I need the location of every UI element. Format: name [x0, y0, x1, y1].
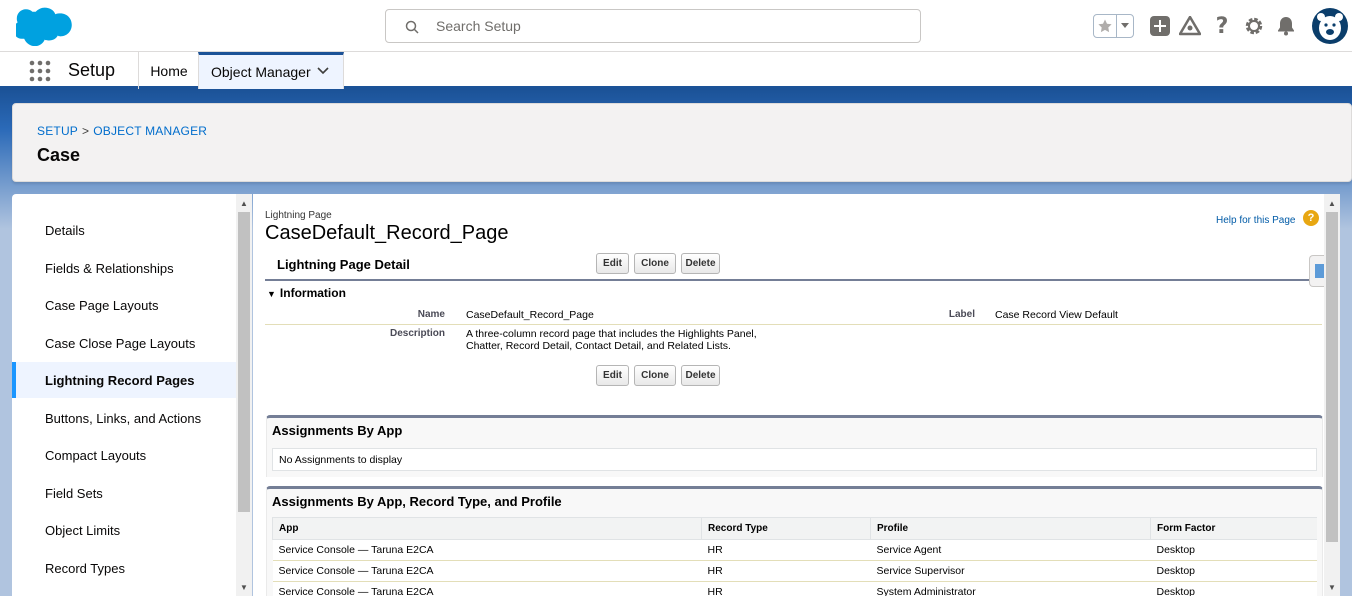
scroll-down-icon[interactable]: ▼: [236, 580, 252, 594]
cell-profile: Service Supervisor: [870, 560, 1151, 582]
breadcrumb-setup[interactable]: SETUP: [37, 124, 78, 138]
cell-form-factor: Desktop: [1150, 539, 1317, 561]
cell-app: Service Console — Taruna E2CA: [272, 539, 702, 561]
table-header-row: App Record Type Profile Form Factor: [272, 517, 1317, 540]
information-section-toggle[interactable]: ▼ Information: [267, 286, 346, 300]
name-label: Name: [417, 309, 445, 320]
left-nav-item-buttons-links-actions[interactable]: Buttons, Links, and Actions: [12, 400, 236, 436]
table-row: Service Console — Taruna E2CA HR System …: [272, 581, 1317, 596]
left-nav-item-compact-layouts[interactable]: Compact Layouts: [12, 437, 236, 473]
global-header: ?: [0, 0, 1352, 52]
bell-icon[interactable]: [1274, 14, 1298, 38]
column-header-record-type[interactable]: Record Type: [701, 517, 871, 540]
chevron-down-icon[interactable]: [1117, 15, 1133, 37]
scroll-up-icon[interactable]: ▲: [236, 196, 252, 210]
main-scrollbar[interactable]: ▲ ▼: [1324, 194, 1340, 596]
description-line-1: A three-column record page that includes…: [466, 328, 757, 340]
assignments-table: App Record Type Profile Form Factor Serv…: [272, 517, 1317, 596]
tab-object-manager-label: Object Manager: [211, 64, 311, 80]
left-nav-item-case-close-page-layouts[interactable]: Case Close Page Layouts: [12, 325, 236, 361]
breadcrumb: SETUP > OBJECT MANAGER: [37, 124, 207, 138]
search-input[interactable]: [436, 10, 906, 42]
star-icon[interactable]: [1094, 15, 1117, 37]
tab-home[interactable]: Home: [138, 52, 199, 89]
left-nav-item-details[interactable]: Details: [12, 212, 236, 248]
app-name: Setup: [68, 60, 116, 80]
scroll-down-icon[interactable]: ▼: [1324, 580, 1340, 594]
delete-button[interactable]: Delete: [681, 253, 720, 274]
clone-button[interactable]: Clone: [634, 253, 676, 274]
column-header-form-factor[interactable]: Form Factor: [1150, 517, 1317, 540]
tab-object-manager[interactable]: Object Manager: [198, 52, 344, 89]
detail-header: Lightning Page Detail: [265, 254, 1322, 281]
assignments-full-title: Assignments By App, Record Type, and Pro…: [272, 494, 562, 509]
assignments-full-block: Assignments By App, Record Type, and Pro…: [266, 486, 1323, 596]
trailhead-icon[interactable]: [1178, 14, 1202, 38]
context-bar: Setup Home Object Manager: [0, 52, 1352, 89]
favorites-group: [1093, 14, 1134, 38]
table-row: Service Console — Taruna E2CA HR Service…: [272, 539, 1317, 561]
delete-button-bottom[interactable]: Delete: [681, 365, 720, 386]
edit-button[interactable]: Edit: [596, 253, 629, 274]
main-content: Lightning Page CaseDefault_Record_Page H…: [253, 194, 1339, 596]
record-type-label: Lightning Page: [265, 210, 332, 221]
field-divider: [265, 324, 1322, 325]
edit-button-bottom[interactable]: Edit: [596, 365, 629, 386]
scrollbar-thumb[interactable]: [1326, 212, 1338, 542]
clone-button-bottom[interactable]: Clone: [634, 365, 676, 386]
column-header-profile[interactable]: Profile: [870, 517, 1151, 540]
assignments-by-app-title: Assignments By App: [272, 423, 403, 438]
left-nav-item-fields-relationships[interactable]: Fields & Relationships: [12, 250, 236, 286]
search-box[interactable]: [385, 9, 921, 43]
table-row: Service Console — Taruna E2CA HR Service…: [272, 560, 1317, 582]
record-name: CaseDefault_Record_Page: [265, 222, 509, 244]
search-icon: [405, 20, 419, 34]
page-header: SETUP > OBJECT MANAGER Case: [12, 103, 1352, 182]
left-nav-scrollbar[interactable]: ▲ ▼: [236, 194, 252, 596]
left-nav-item-lightning-record-pages[interactable]: Lightning Record Pages: [12, 362, 236, 398]
no-assignments-row: No Assignments to display: [272, 448, 1317, 471]
cell-profile: Service Agent: [870, 539, 1151, 561]
label-label: Label: [948, 309, 975, 320]
scroll-up-icon[interactable]: ▲: [1324, 196, 1340, 210]
help-icon[interactable]: ?: [1303, 210, 1319, 226]
left-nav-item-object-limits[interactable]: Object Limits: [12, 512, 236, 548]
column-header-app[interactable]: App: [272, 517, 702, 540]
gear-icon[interactable]: [1242, 14, 1266, 38]
cell-form-factor: Desktop: [1150, 560, 1317, 582]
scrollbar-thumb[interactable]: [238, 212, 250, 512]
page-title: Case: [37, 145, 81, 165]
description-line-2: Chatter, Record Detail, Contact Detail, …: [466, 340, 731, 352]
help-link[interactable]: Help for this Page: [1216, 215, 1296, 226]
label-value: Case Record View Default: [995, 309, 1118, 321]
cell-record-type: HR: [701, 581, 871, 596]
left-nav: Details Fields & Relationships Case Page…: [12, 194, 252, 596]
assignments-by-app-block: Assignments By App No Assignments to dis…: [266, 415, 1323, 477]
salesforce-cloud-icon[interactable]: [16, 6, 74, 46]
side-panel-handle[interactable]: [1309, 255, 1325, 287]
cell-record-type: HR: [701, 539, 871, 561]
avatar[interactable]: [1312, 8, 1348, 44]
cell-app: Service Console — Taruna E2CA: [272, 581, 702, 596]
left-nav-item-field-sets[interactable]: Field Sets: [12, 475, 236, 511]
app-launcher-icon[interactable]: [29, 60, 51, 82]
section-title: Information: [279, 286, 346, 300]
breadcrumb-separator: >: [82, 124, 90, 138]
plus-icon[interactable]: [1148, 14, 1172, 38]
description-label: Description: [389, 328, 445, 339]
cell-profile: System Administrator: [870, 581, 1151, 596]
left-nav-item-record-types[interactable]: Record Types: [12, 550, 236, 586]
triangle-down-icon: ▼: [267, 289, 276, 299]
breadcrumb-object-manager[interactable]: OBJECT MANAGER: [93, 124, 207, 138]
chevron-down-icon[interactable]: [317, 67, 329, 75]
left-nav-item-case-page-layouts[interactable]: Case Page Layouts: [12, 287, 236, 323]
cell-form-factor: Desktop: [1150, 581, 1317, 596]
detail-title: Lightning Page Detail: [277, 257, 410, 272]
cell-record-type: HR: [701, 560, 871, 582]
name-value: CaseDefault_Record_Page: [466, 309, 594, 321]
question-icon[interactable]: ?: [1210, 14, 1234, 39]
cell-app: Service Console — Taruna E2CA: [272, 560, 702, 582]
